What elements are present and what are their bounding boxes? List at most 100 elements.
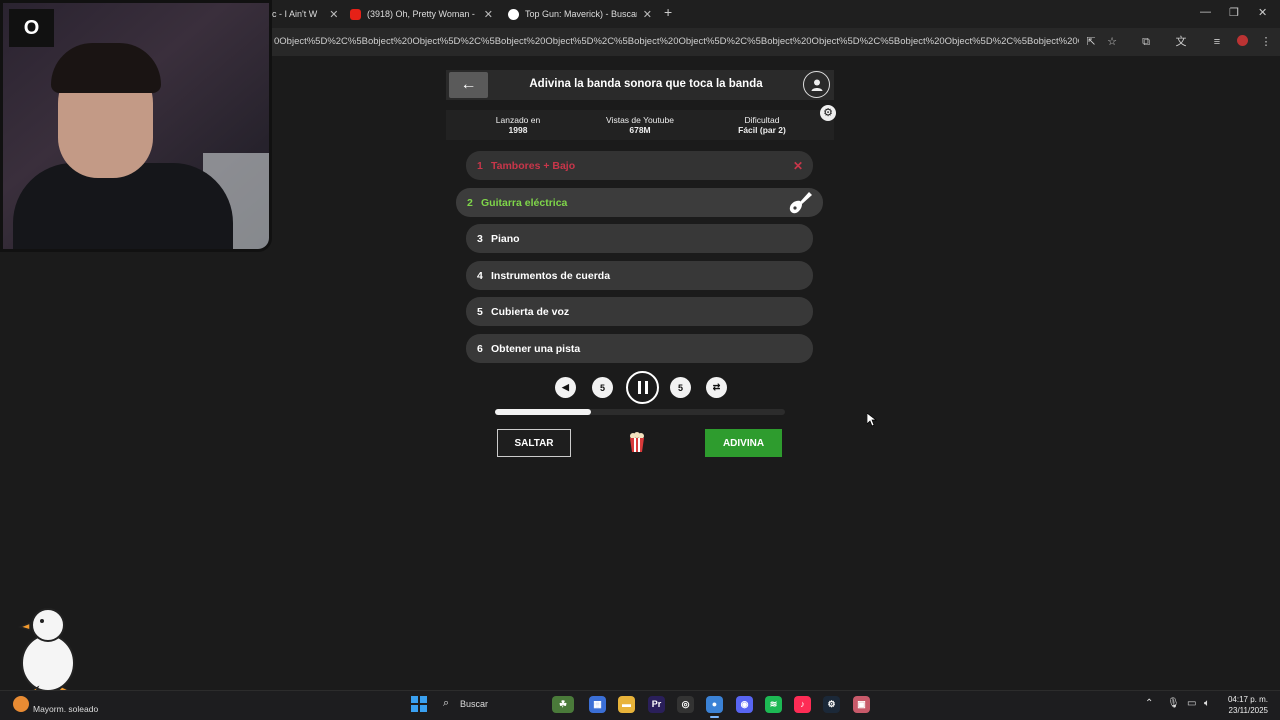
hint-number: 6 <box>477 342 483 355</box>
settings-gear-icon[interactable]: ⚙ <box>820 105 836 121</box>
youtube-icon <box>350 8 361 20</box>
discord-app[interactable]: ◉ <box>736 696 753 713</box>
speaker-tray-icon[interactable]: 🔈︎ <box>1204 698 1210 709</box>
forward-icon: 5 <box>677 382 683 393</box>
chevron-up-icon[interactable]: ⌃ <box>1145 698 1153 709</box>
image-app[interactable]: ▣ <box>853 696 870 713</box>
kebab-menu-icon[interactable]: ⋮ <box>1259 35 1273 49</box>
tab-1-title: lic - I Ain't W <box>268 9 318 19</box>
system-clock[interactable]: 04:17 p. m. 23/11/2025 <box>1222 694 1268 716</box>
translate-icon[interactable]: 文 <box>1174 35 1188 49</box>
repeat-off-button[interactable]: ⇄ <box>706 377 727 398</box>
clock-date: 23/11/2025 <box>1228 706 1268 715</box>
media-control-icon[interactable]: ≡ <box>1210 35 1224 49</box>
bookmark-star-icon[interactable]: ☆ <box>1105 35 1119 49</box>
start-windows-icon[interactable] <box>411 696 427 712</box>
back-button[interactable]: ← <box>449 72 488 98</box>
tab-3-title: Top Gun: Maverick) - Buscar co <box>525 9 637 19</box>
electric-guitar-icon <box>789 192 812 214</box>
audio-progress-fill <box>495 409 591 415</box>
hint-number: 3 <box>477 232 483 245</box>
profile-avatar-icon[interactable] <box>1235 35 1249 49</box>
hint-label: Obtener una pista <box>491 342 581 355</box>
file-explorer-app[interactable]: ▬ <box>618 696 635 713</box>
minimize-icon[interactable]: — <box>1200 6 1211 18</box>
hint-number: 2 <box>467 196 473 209</box>
browser-tab-2[interactable]: (3918) Oh, Pretty Woman - You ✕ <box>350 4 495 24</box>
rewind-icon: 5 <box>599 382 605 393</box>
spotify-app[interactable]: ≋ <box>765 696 782 713</box>
stat-views-value: 678M <box>629 125 651 135</box>
taskbar-search[interactable]: Buscar <box>460 699 488 709</box>
streamer-hair <box>51 43 161 93</box>
weather-text[interactable]: Mayorm. soleado <box>33 704 98 714</box>
tab-2-title: (3918) Oh, Pretty Woman - You <box>367 9 477 19</box>
user-profile-button[interactable] <box>803 71 830 98</box>
hint-number: 4 <box>477 269 483 282</box>
hint-label: Instrumentos de cuerda <box>491 269 611 282</box>
close-icon[interactable]: ✕ <box>643 8 652 21</box>
stat-difficulty-value: Fácil (par 2) <box>738 125 786 135</box>
hint-row-2[interactable]: 2 Guitarra eléctrica <box>456 188 823 217</box>
hint-row-6[interactable]: 6 Obtener una pista <box>466 334 813 363</box>
stat-release-value: 1998 <box>508 125 528 135</box>
forward-5-button[interactable]: 5 <box>670 377 691 398</box>
stat-release-label: Lanzado en <box>495 115 541 125</box>
failed-x-icon: ✕ <box>792 158 803 173</box>
search-highlight-icon[interactable]: ☘ <box>552 696 574 713</box>
webcam-overlay: O <box>0 0 272 252</box>
hint-row-3[interactable]: 3 Piano <box>466 224 813 253</box>
stat-difficulty: Dificultad Fácil (par 2) <box>707 115 817 135</box>
close-icon[interactable]: ✕ <box>484 8 493 21</box>
stat-release: Lanzado en 1998 <box>463 115 573 135</box>
new-tab-button[interactable]: + <box>664 4 672 20</box>
repeat-off-icon: ⇄ <box>712 382 721 392</box>
page-title: Adivina la banda sonora que toca la band… <box>529 78 763 90</box>
close-window-icon[interactable]: ✕ <box>1258 6 1267 19</box>
stat-difficulty-label: Dificultad <box>744 115 780 125</box>
store-app[interactable]: ▦ <box>589 696 606 713</box>
popcorn-icon[interactable] <box>628 432 646 452</box>
guess-button[interactable]: ADIVINA <box>705 429 782 457</box>
browser-tab-1[interactable]: lic - I Ain't W ✕ <box>268 4 338 24</box>
hint-row-1[interactable]: 1 Tambores + Bajo ✕ <box>466 151 813 180</box>
tiktok-app[interactable]: ♪ <box>794 696 811 713</box>
premiere-app[interactable]: Pr <box>648 696 665 713</box>
windows-taskbar <box>0 690 1280 720</box>
github-app[interactable]: ◎ <box>677 696 694 713</box>
chrome-app[interactable]: ● <box>706 696 723 718</box>
install-icon[interactable]: ⇱ <box>1084 35 1098 49</box>
hint-number: 5 <box>477 305 483 318</box>
hint-row-4[interactable]: 4 Instrumentos de cuerda <box>466 261 813 290</box>
audio-progress-bar[interactable] <box>495 409 785 415</box>
url-text[interactable]: 0Object%5D%2C%5Bobject%20Object%5D%2C%5B… <box>274 36 1079 47</box>
hint-label: Cubierta de voz <box>491 305 570 318</box>
restore-icon[interactable]: ❐ <box>1229 6 1239 19</box>
stat-views-label: Vistas de Youtube <box>606 115 674 125</box>
rewind-5-button[interactable]: 5 <box>592 377 613 398</box>
arrow-left-icon: ← <box>460 76 477 93</box>
user-icon <box>811 79 822 91</box>
close-icon[interactable]: ✕ <box>329 8 338 21</box>
hint-label: Guitarra eléctrica <box>481 196 568 209</box>
google-icon <box>508 8 519 20</box>
hint-row-5[interactable]: 5 Cubierta de voz <box>466 297 813 326</box>
volume-button[interactable]: ◀ <box>555 377 576 398</box>
steam-app[interactable]: ⚙ <box>823 696 840 713</box>
stat-views: Vistas de Youtube 678M <box>585 115 695 135</box>
weather-sun-icon[interactable] <box>13 696 29 712</box>
hint-label: Tambores + Bajo <box>491 159 576 172</box>
pause-bar-right <box>644 381 648 394</box>
pause-button[interactable] <box>626 371 659 404</box>
mouse-cursor-icon <box>867 413 877 427</box>
pause-bar-left <box>637 381 641 394</box>
skip-button[interactable]: SALTAR <box>497 429 571 457</box>
network-icon[interactable]: ▭ <box>1187 698 1196 709</box>
browser-tab-3[interactable]: Top Gun: Maverick) - Buscar co ✕ <box>508 4 654 24</box>
duck-mascot-icon <box>18 608 75 696</box>
stream-logo-icon: O <box>9 9 54 47</box>
extensions-icon[interactable]: ⧉ <box>1139 35 1153 49</box>
microphone-icon[interactable]: 🎙︎ <box>1167 698 1180 709</box>
search-icon[interactable]: ⌕ <box>443 697 449 710</box>
clock-time: 04:17 p. m. <box>1227 695 1268 704</box>
